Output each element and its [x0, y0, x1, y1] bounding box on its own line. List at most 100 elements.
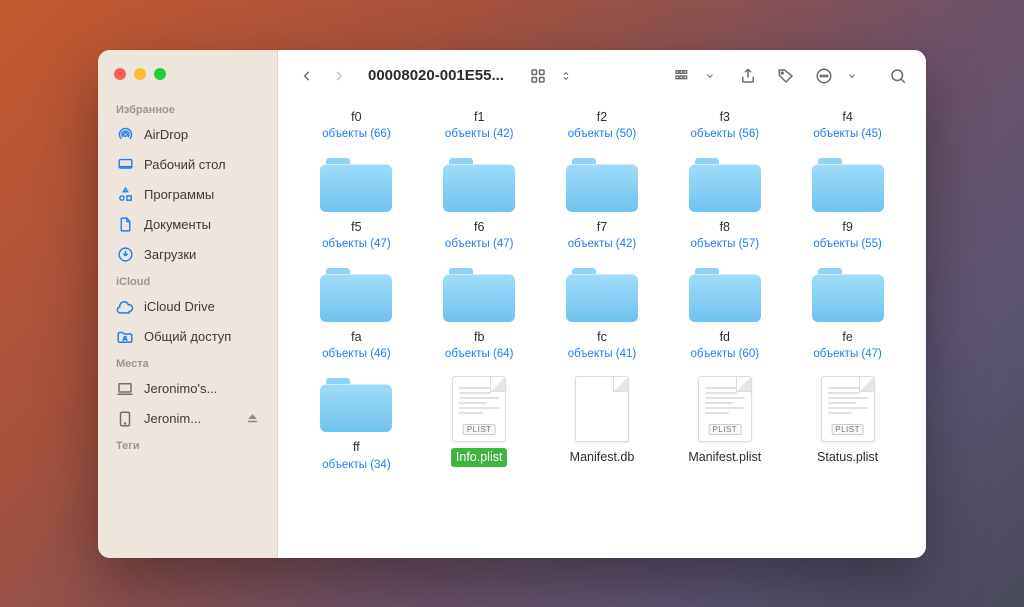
sidebar-item-airdrop[interactable]: AirDrop — [98, 120, 277, 150]
sidebar-item-label: iCloud Drive — [144, 299, 215, 314]
folder-item[interactable]: fa объекты (46) — [298, 260, 415, 366]
item-name: Info.plist — [451, 448, 508, 466]
sidebar-item-shared[interactable]: Общий доступ — [98, 322, 277, 352]
folder-icon — [689, 156, 761, 212]
folder-item[interactable]: fc объекты (41) — [544, 260, 661, 366]
sidebar-item-laptop[interactable]: Jeronimo's... — [98, 374, 277, 404]
folder-item[interactable]: f5объекты (47) — [298, 150, 415, 256]
item-name: fc — [592, 328, 612, 346]
item-subtitle: объекты (42) — [445, 128, 514, 140]
file-badge: PLIST — [463, 424, 496, 435]
chevron-down-icon — [838, 63, 866, 89]
sidebar-item-icloud-drive[interactable]: iCloud Drive — [98, 292, 277, 322]
folder-item[interactable]: fbобъекты (64) — [421, 260, 538, 366]
sidebar-item-label: Загрузки — [144, 247, 196, 262]
laptop-icon — [116, 380, 134, 398]
item-name: f1 — [469, 108, 489, 126]
item-subtitle: объекты (64) — [445, 348, 514, 360]
folder-item[interactable]: f7 объекты (42) — [544, 150, 661, 256]
folder-item[interactable]: f3 объекты (56) — [666, 102, 783, 146]
sidebar-item-downloads[interactable]: Загрузки — [98, 240, 277, 270]
documents-icon — [116, 216, 134, 234]
share-button[interactable] — [734, 63, 762, 89]
document-icon — [575, 376, 629, 442]
folder-item[interactable]: f1 объекты (42) — [421, 102, 538, 146]
forward-button[interactable] — [324, 63, 354, 89]
sidebar-section-tags-label: Теги — [98, 434, 277, 456]
sidebar: Избранное AirDrop Рабочий стол Программы… — [98, 50, 278, 558]
folder-icon — [566, 156, 638, 212]
folder-icon — [689, 266, 761, 322]
file-item[interactable]: PLIST Manifest.plist — [666, 370, 783, 476]
tags-button[interactable] — [772, 63, 800, 89]
chevron-down-icon — [696, 63, 724, 89]
group-icon — [668, 63, 696, 89]
folder-icon — [320, 156, 392, 212]
file-item[interactable]: Manifest.db — [544, 370, 661, 476]
cloud-icon — [116, 298, 134, 316]
nav-buttons — [292, 63, 354, 89]
group-by-button[interactable] — [668, 63, 724, 89]
item-name: f2 — [592, 108, 612, 126]
item-name: f7 — [592, 218, 612, 236]
item-subtitle: объекты (42) — [568, 238, 637, 250]
item-name: fe — [837, 328, 857, 346]
sidebar-item-applications[interactable]: Программы — [98, 180, 277, 210]
main-pane: 00008020-001E55... f0объекты (66) f1 объек… — [278, 50, 926, 558]
sidebar-item-desktop[interactable]: Рабочий стол — [98, 150, 277, 180]
item-name: f8 — [715, 218, 735, 236]
item-subtitle: объекты (57) — [691, 238, 760, 250]
item-subtitle: объекты (46) — [322, 348, 391, 360]
eject-icon[interactable] — [246, 412, 259, 425]
item-name: Manifest.plist — [683, 448, 766, 466]
finder-window: Избранное AirDrop Рабочий стол Программы… — [98, 50, 926, 558]
folder-item[interactable]: ffобъекты (34) — [298, 370, 415, 476]
file-item[interactable]: PLIST Info.plist — [421, 370, 538, 476]
sidebar-item-label: Jeronim... — [144, 411, 201, 426]
applications-icon — [116, 186, 134, 204]
sidebar-item-label: Программы — [144, 187, 214, 202]
back-button[interactable] — [292, 63, 322, 89]
ellipsis-circle-icon — [810, 63, 838, 89]
sidebar-item-label: Общий доступ — [144, 329, 231, 344]
item-subtitle: объекты (56) — [691, 128, 760, 140]
folder-icon — [320, 376, 392, 432]
window-title: 00008020-001E55... — [368, 67, 504, 84]
action-menu-button[interactable] — [810, 63, 866, 89]
sidebar-item-ipad[interactable]: Jeronim... — [98, 404, 277, 434]
folder-item[interactable]: f4объекты (45) — [789, 102, 906, 146]
folder-icon — [566, 266, 638, 322]
minimize-button[interactable] — [134, 68, 146, 80]
icon-grid[interactable]: f0объекты (66)f1объекты (42)f2объекты (5… — [278, 102, 926, 558]
item-subtitle: объекты (41) — [568, 348, 637, 360]
folder-item[interactable]: f8 объекты (57) — [666, 150, 783, 256]
folder-item[interactable]: f2объекты (50) — [544, 102, 661, 146]
file-item[interactable]: PLISTStatus.plist — [789, 370, 906, 476]
folder-item[interactable]: f9объекты (55) — [789, 150, 906, 256]
sidebar-section-icloud-label: iCloud — [98, 270, 277, 292]
sidebar-section-favorites-label: Избранное — [98, 98, 277, 120]
item-subtitle: объекты (47) — [322, 238, 391, 250]
folder-item[interactable]: f6 объекты (47) — [421, 150, 538, 256]
item-name: f9 — [837, 218, 857, 236]
sidebar-item-label: Jeronimo's... — [144, 381, 217, 396]
item-name: f3 — [715, 108, 735, 126]
document-icon: PLIST — [821, 376, 875, 442]
item-subtitle: объекты (47) — [445, 238, 514, 250]
shared-folder-icon — [116, 328, 134, 346]
close-button[interactable] — [114, 68, 126, 80]
file-badge: PLIST — [708, 424, 741, 435]
folder-item[interactable]: fdобъекты (60) — [666, 260, 783, 366]
sidebar-item-label: AirDrop — [144, 127, 188, 142]
folder-icon — [812, 266, 884, 322]
item-name: f4 — [837, 108, 857, 126]
item-subtitle: объекты (66) — [322, 128, 391, 140]
sidebar-item-documents[interactable]: Документы — [98, 210, 277, 240]
folder-item[interactable]: f0объекты (66) — [298, 102, 415, 146]
folder-item[interactable]: feобъекты (47) — [789, 260, 906, 366]
item-name: f6 — [469, 218, 489, 236]
item-name: fa — [346, 328, 366, 346]
view-switcher[interactable] — [524, 63, 580, 89]
zoom-button[interactable] — [154, 68, 166, 80]
search-button[interactable] — [884, 63, 912, 89]
